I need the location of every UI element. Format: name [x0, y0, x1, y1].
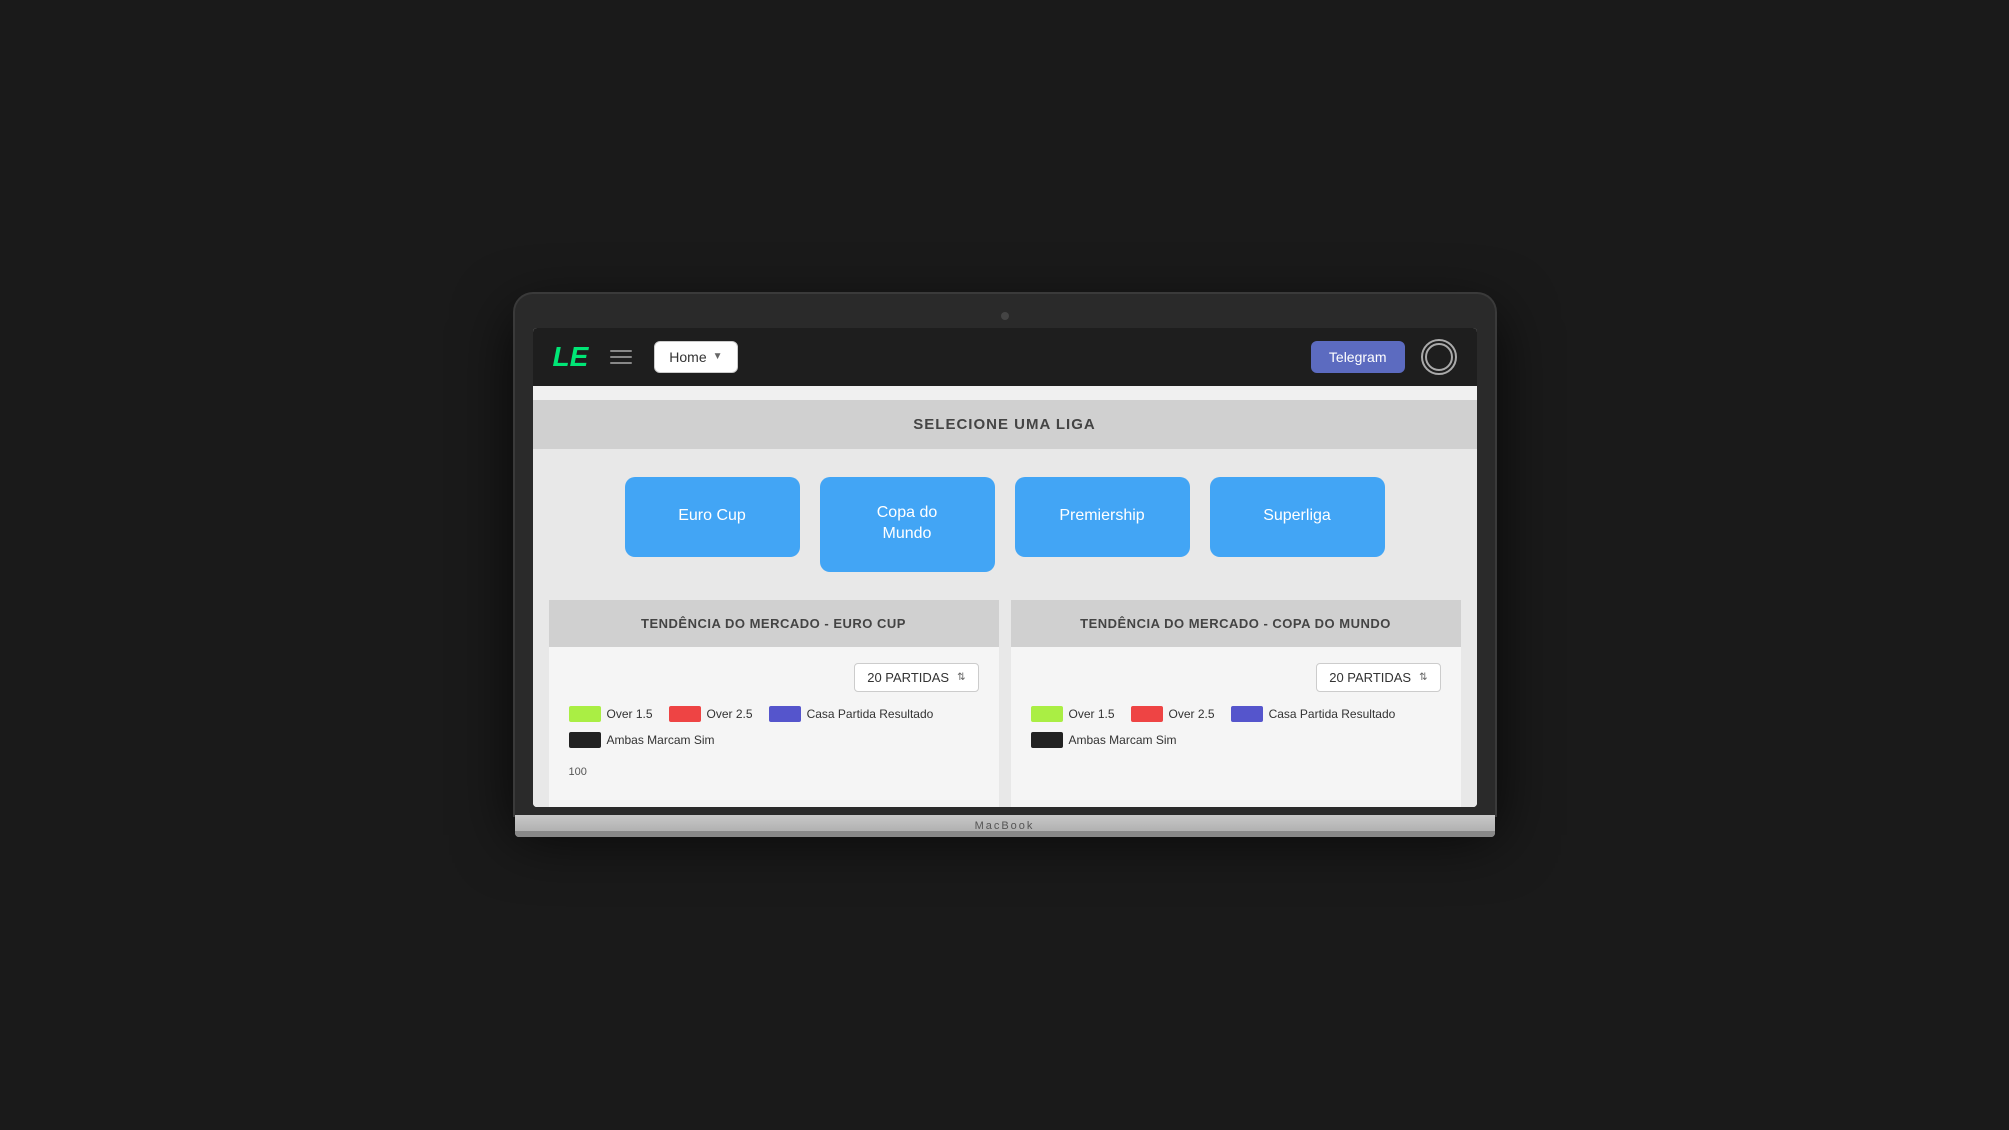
partidas-value-copa-do-mundo: 20 PARTIDAS [1329, 670, 1411, 685]
league-button-label: Copa doMundo [877, 503, 938, 545]
legend-color-purple [769, 706, 801, 722]
logo: LE [553, 343, 589, 371]
partidas-value-euro-cup: 20 PARTIDAS [867, 670, 949, 685]
app-header: LE Home ▼ Telegram [533, 328, 1477, 386]
legend-copa-do-mundo: Over 1.5 Over 2.5 Casa Partida Resultado [1031, 706, 1441, 748]
league-button-copa-do-mundo[interactable]: Copa doMundo [820, 477, 995, 572]
legend-item-over15-copa: Over 1.5 [1031, 706, 1115, 722]
market-section-header-euro-cup: TENDÊNCIA DO MERCADO - EURO CUP [549, 600, 999, 647]
legend-color-red-2 [1131, 706, 1163, 722]
market-section-body-euro-cup: 20 PARTIDAS ⇅ Over 1.5 [549, 647, 999, 807]
select-league-bar: SELECIONE UMA LIGA [533, 400, 1477, 449]
legend-label-ambas-2: Ambas Marcam Sim [1069, 733, 1177, 747]
legend-color-green [569, 706, 601, 722]
league-button-label: Euro Cup [678, 506, 746, 527]
home-dropdown-label: Home [669, 349, 706, 365]
legend-item-casa-euro-cup: Casa Partida Resultado [769, 706, 934, 722]
chevron-down-icon: ▼ [713, 351, 723, 362]
partidas-select-euro-cup: 20 PARTIDAS ⇅ [569, 663, 979, 692]
league-button-label: Superliga [1263, 506, 1331, 527]
partidas-select-copa-do-mundo: 20 PARTIDAS ⇅ [1031, 663, 1441, 692]
legend-item-over25-copa: Over 2.5 [1131, 706, 1215, 722]
telegram-button[interactable]: Telegram [1311, 341, 1405, 373]
legend-color-red [669, 706, 701, 722]
chart-area-copa-do-mundo [1031, 758, 1441, 778]
legend-label-casa-2: Casa Partida Resultado [1269, 707, 1396, 721]
market-section-copa-do-mundo: TENDÊNCIA DO MERCADO - COPA DO MUNDO 20 … [1011, 600, 1461, 807]
market-section-euro-cup: TENDÊNCIA DO MERCADO - EURO CUP 20 PARTI… [549, 600, 999, 807]
updown-arrows-icon-2: ⇅ [1419, 672, 1427, 683]
legend-color-purple-2 [1231, 706, 1263, 722]
legend-label-over15-2: Over 1.5 [1069, 707, 1115, 721]
legend-label-over25-2: Over 2.5 [1169, 707, 1215, 721]
legend-item-over15-euro-cup: Over 1.5 [569, 706, 653, 722]
market-section-body-copa-do-mundo: 20 PARTIDAS ⇅ Over 1.5 [1011, 647, 1461, 807]
chart-area-euro-cup: 100 [569, 758, 979, 778]
legend-color-black [569, 732, 601, 748]
hamburger-button[interactable] [604, 344, 638, 370]
market-section-header-copa-do-mundo: TENDÊNCIA DO MERCADO - COPA DO MUNDO [1011, 600, 1461, 647]
league-buttons-container: Euro Cup Copa doMundo Premiership Superl… [533, 449, 1477, 600]
league-button-label: Premiership [1059, 506, 1144, 527]
home-dropdown[interactable]: Home ▼ [654, 341, 737, 373]
legend-label-over15: Over 1.5 [607, 707, 653, 721]
market-section-title-copa-do-mundo: TENDÊNCIA DO MERCADO - COPA DO MUNDO [1031, 616, 1441, 631]
laptop-base: MacBook [515, 815, 1495, 837]
league-button-premiership[interactable]: Premiership [1015, 477, 1190, 557]
select-league-title: SELECIONE UMA LIGA [549, 416, 1461, 433]
legend-label-over25: Over 2.5 [707, 707, 753, 721]
partidas-dropdown-copa-do-mundo[interactable]: 20 PARTIDAS ⇅ [1316, 663, 1440, 692]
main-content: SELECIONE UMA LIGA Euro Cup Copa doMundo… [533, 386, 1477, 807]
updown-arrows-icon: ⇅ [957, 672, 965, 683]
user-avatar[interactable] [1421, 339, 1457, 375]
legend-item-ambas-euro-cup: Ambas Marcam Sim [569, 732, 715, 748]
avatar-inner [1425, 343, 1453, 371]
legend-color-green-2 [1031, 706, 1063, 722]
legend-item-over25-euro-cup: Over 2.5 [669, 706, 753, 722]
screen: LE Home ▼ Telegram [533, 328, 1477, 807]
laptop-brand: MacBook [975, 820, 1035, 832]
screen-bezel: LE Home ▼ Telegram [515, 294, 1495, 815]
legend-label-ambas: Ambas Marcam Sim [607, 733, 715, 747]
market-sections: TENDÊNCIA DO MERCADO - EURO CUP 20 PARTI… [533, 600, 1477, 807]
legend-euro-cup: Over 1.5 Over 2.5 Casa Partida Resultado [569, 706, 979, 748]
legend-item-ambas-copa: Ambas Marcam Sim [1031, 732, 1177, 748]
top-banner [533, 386, 1477, 400]
legend-label-casa: Casa Partida Resultado [807, 707, 934, 721]
legend-color-black-2 [1031, 732, 1063, 748]
market-section-title-euro-cup: TENDÊNCIA DO MERCADO - EURO CUP [569, 616, 979, 631]
chart-label-euro-cup: 100 [569, 766, 587, 778]
league-button-superliga[interactable]: Superliga [1210, 477, 1385, 557]
league-button-euro-cup[interactable]: Euro Cup [625, 477, 800, 557]
camera [1001, 312, 1009, 320]
laptop-container: LE Home ▼ Telegram [515, 294, 1495, 837]
partidas-dropdown-euro-cup[interactable]: 20 PARTIDAS ⇅ [854, 663, 978, 692]
legend-item-casa-copa: Casa Partida Resultado [1231, 706, 1396, 722]
